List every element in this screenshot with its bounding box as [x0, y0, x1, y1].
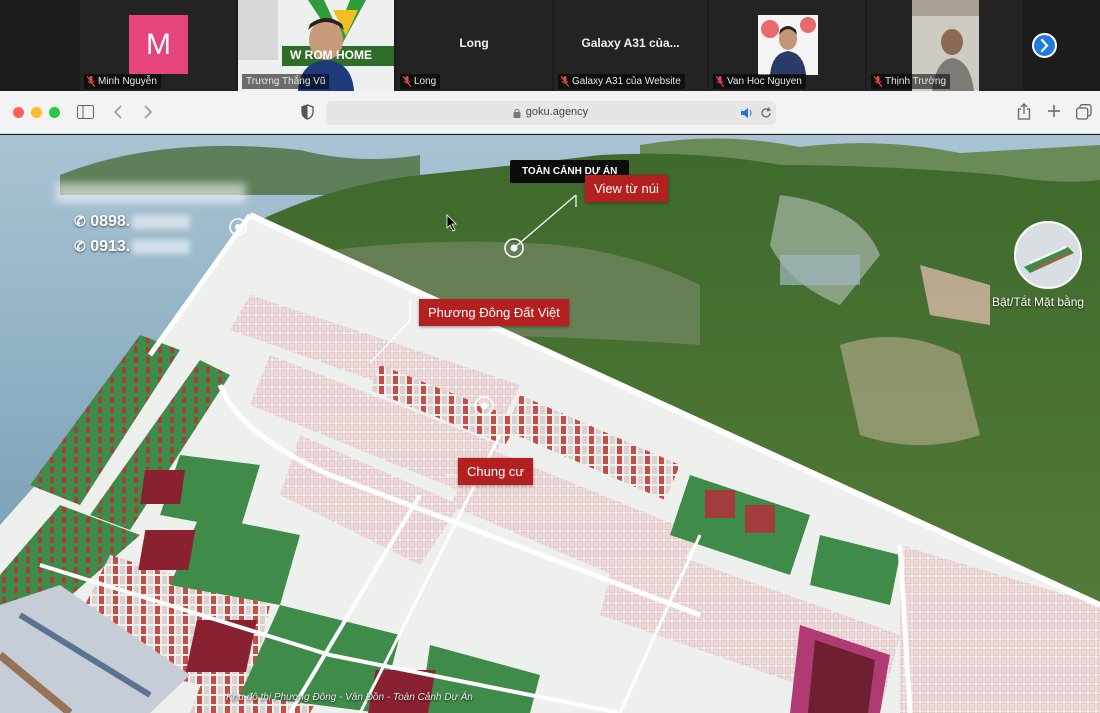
masterplan-toggle-button[interactable]	[1014, 221, 1082, 289]
banner-text: W ROM HOME	[290, 48, 372, 62]
url-text: goku.agency	[525, 106, 589, 118]
mic-muted-icon	[874, 76, 882, 87]
mic-muted-icon	[87, 76, 95, 87]
participant-tile-van-hoc[interactable]: Van Hoc Nguyen	[709, 0, 865, 91]
close-window-button[interactable]	[13, 107, 24, 118]
participant-tile-thinh[interactable]: Thịnh Trường	[867, 0, 1023, 91]
masterplan-thumbnail-icon	[1016, 223, 1080, 287]
participant-display-name: Long	[459, 36, 489, 50]
scene-caption: Khu đô thị Phương Đông - Vân Đồn - Toàn …	[226, 692, 473, 703]
sidebar-icon[interactable]	[77, 105, 94, 119]
address-bar[interactable]: goku.agency	[326, 101, 776, 125]
participant-name: Long	[400, 74, 441, 89]
participant-strip: M Minh Nguyễn W ROM HOME Trương Thắng Vũ…	[0, 0, 1100, 91]
shield-icon[interactable]	[301, 104, 314, 120]
forward-icon[interactable]	[143, 104, 153, 120]
participant-name: Trương Thắng Vũ	[242, 74, 330, 89]
reload-icon[interactable]	[760, 107, 772, 119]
phuong-dong-label[interactable]: Phương Đông Đất Việt	[419, 299, 569, 326]
speaker-icon[interactable]	[740, 107, 754, 119]
avatar	[758, 15, 818, 75]
browser-toolbar: goku.agency	[0, 91, 1100, 134]
minimize-window-button[interactable]	[31, 107, 42, 118]
next-participants-button[interactable]	[1032, 33, 1057, 58]
new-tab-icon[interactable]	[1047, 104, 1061, 118]
participant-name: Thịnh Trường	[871, 74, 951, 89]
participant-name: Minh Nguyễn	[84, 74, 161, 89]
participant-tile-minh[interactable]: M Minh Nguyễn	[80, 0, 236, 91]
phone-number-2[interactable]: ✆ 0913.	[74, 238, 191, 256]
participant-display-name: Galaxy A31 của...	[581, 36, 680, 50]
back-icon[interactable]	[113, 104, 123, 120]
mic-muted-icon	[716, 76, 724, 87]
phone-number-1[interactable]: ✆ 0898.	[74, 213, 191, 231]
avatar: M	[129, 15, 188, 74]
apartment-label[interactable]: Chung cư	[458, 458, 534, 485]
mic-muted-icon	[403, 76, 411, 87]
participant-name: Van Hoc Nguyen	[713, 74, 806, 89]
participant-tile-truong[interactable]: W ROM HOME Trương Thắng Vũ	[238, 0, 394, 91]
tabs-icon[interactable]	[1076, 104, 1092, 120]
mountain-view-label[interactable]: View từ núi	[585, 175, 668, 202]
chevron-right-icon	[1040, 38, 1049, 53]
participant-tile-galaxy[interactable]: Galaxy A31 của... Galaxy A31 của Website	[554, 0, 707, 91]
participant-name: Galaxy A31 của Website	[558, 74, 685, 89]
maximize-window-button[interactable]	[49, 107, 60, 118]
participant-tile-long[interactable]: Long Long	[396, 0, 552, 91]
mic-muted-icon	[561, 76, 569, 87]
masterplan-toggle-label: Bật/Tắt Mặt bằng	[992, 295, 1085, 309]
share-icon[interactable]	[1017, 103, 1031, 120]
blurred-contact-name	[56, 183, 246, 203]
project-map-viewport[interactable]: ✆ 0898. ✆ 0913. TOÀN CẢNH DỰ ÁN View từ …	[0, 135, 1100, 713]
